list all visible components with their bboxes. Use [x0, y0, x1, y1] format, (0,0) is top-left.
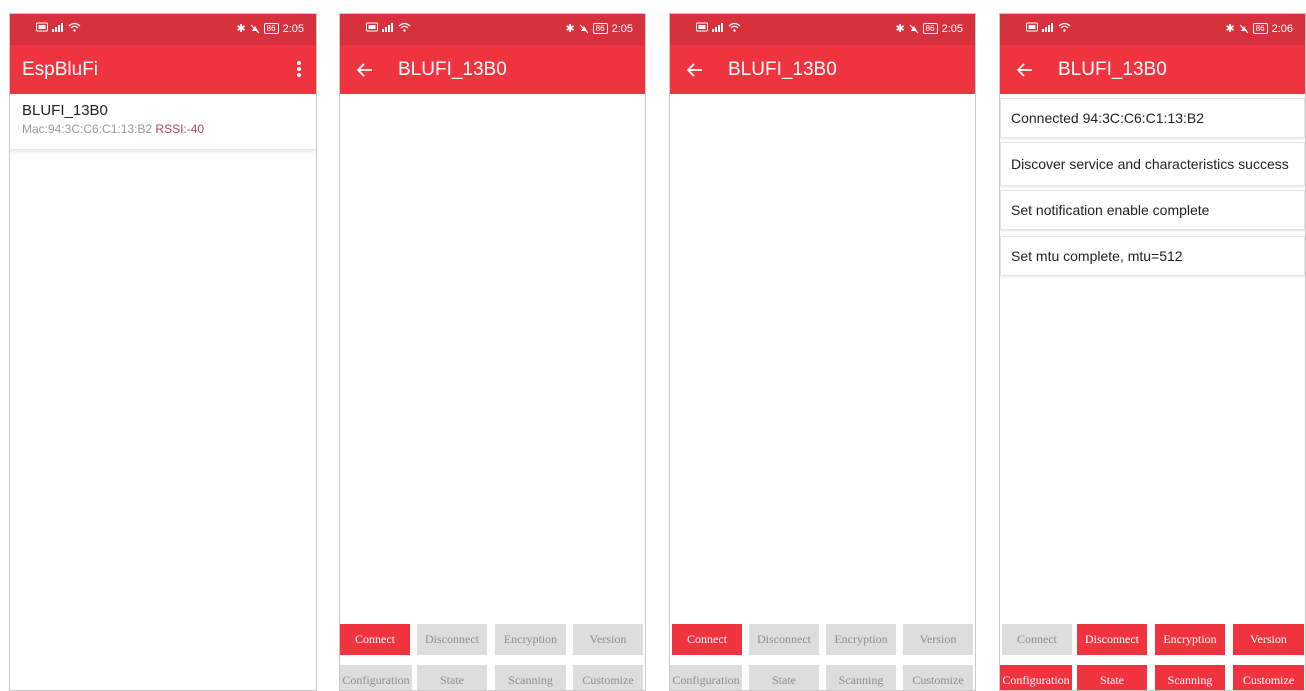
mute-icon: [1239, 24, 1249, 34]
phone-screen-4: ✱ 86 2:06 BLUFI_13B0 Connected 94:3C:C6:…: [999, 13, 1306, 691]
status-bar: ✱ 86 2:05: [340, 14, 645, 45]
signal-icon: [382, 22, 394, 32]
signal-icon: [1042, 22, 1054, 32]
device-rssi: RSSI:-40: [155, 122, 205, 136]
hd-icon: [696, 22, 708, 32]
bluetooth-icon: ✱: [565, 23, 575, 35]
clock-text: 2:05: [282, 22, 304, 35]
bluetooth-icon: ✱: [895, 23, 905, 35]
battery-icon: 86: [263, 23, 279, 34]
scanning-button[interactable]: Scanning: [1155, 665, 1225, 690]
encryption-button[interactable]: Encryption: [495, 624, 566, 655]
state-button[interactable]: State: [1077, 665, 1147, 690]
log-entry-notify: Set notification enable complete: [1000, 190, 1305, 230]
status-left: [1026, 22, 1071, 32]
configuration-button[interactable]: Configuration: [1000, 665, 1072, 690]
overflow-menu-icon[interactable]: [296, 59, 302, 79]
hd-icon: [36, 22, 48, 32]
back-arrow-icon[interactable]: [356, 61, 374, 79]
encryption-button[interactable]: Encryption: [1155, 624, 1225, 655]
back-arrow-icon[interactable]: [1016, 61, 1034, 79]
clock-text: 2:05: [941, 22, 963, 35]
battery-icon: 86: [592, 23, 608, 34]
app-bar: BLUFI_13B0: [670, 45, 975, 94]
disconnect-button[interactable]: Disconnect: [1077, 624, 1147, 655]
bluetooth-icon: ✱: [236, 23, 246, 35]
state-button[interactable]: State: [749, 665, 819, 690]
version-button[interactable]: Version: [1233, 624, 1304, 655]
device-mac: Mac:94:3C:C6:C1:13:B2: [22, 122, 153, 136]
customize-button[interactable]: Customize: [1233, 665, 1304, 690]
app-title: EspBluFi: [22, 59, 99, 80]
log-entry-mtu: Set mtu complete, mtu=512: [1000, 236, 1305, 276]
back-arrow-icon[interactable]: [686, 61, 704, 79]
encryption-button[interactable]: Encryption: [826, 624, 896, 655]
customize-button[interactable]: Customize: [573, 665, 643, 690]
wifi-icon: [1058, 22, 1071, 32]
configuration-button[interactable]: Configuration: [670, 665, 742, 690]
app-title: BLUFI_13B0: [1058, 59, 1167, 80]
app-title: BLUFI_13B0: [398, 59, 507, 80]
device-list-item[interactable]: BLUFI_13B0 Mac:94:3C:C6:C1:13:B2 RSSI:-4…: [10, 94, 316, 150]
bluetooth-icon: ✱: [1225, 23, 1235, 35]
wifi-icon: [728, 22, 741, 32]
hd-icon: [366, 22, 378, 32]
hd-icon: [1026, 22, 1038, 32]
mute-icon: [579, 24, 589, 34]
status-right: ✱ 86 2:05: [895, 22, 963, 36]
battery-icon: 86: [922, 23, 938, 34]
scanning-button[interactable]: Scanning: [495, 665, 566, 690]
wifi-icon: [398, 22, 411, 32]
mute-icon: [909, 24, 919, 34]
state-button[interactable]: State: [417, 665, 487, 690]
phone-screen-1: ✱ 86 2:05 EspBluFi BLUFI_13B0 Mac:94:3C:…: [9, 13, 317, 691]
status-left: [366, 22, 411, 32]
app-bar: BLUFI_13B0: [340, 45, 645, 94]
version-button[interactable]: Version: [573, 624, 643, 655]
phone-screen-2: ✱ 86 2:05 BLUFI_13B0 Connect Disconnect …: [339, 13, 646, 691]
clock-text: 2:06: [1271, 22, 1293, 35]
scanning-button[interactable]: Scanning: [826, 665, 896, 690]
signal-icon: [712, 22, 724, 32]
clock-text: 2:05: [611, 22, 633, 35]
configuration-button[interactable]: Configuration: [340, 665, 412, 690]
log-entry-connected: Connected 94:3C:C6:C1:13:B2: [1000, 98, 1305, 138]
status-bar: ✱ 86 2:06: [1000, 14, 1305, 45]
app-title: BLUFI_13B0: [728, 59, 837, 80]
version-button[interactable]: Version: [903, 624, 973, 655]
device-details: Mac:94:3C:C6:C1:13:B2 RSSI:-40: [22, 122, 204, 136]
mute-icon: [250, 24, 260, 34]
app-bar: EspBluFi: [10, 45, 316, 94]
disconnect-button[interactable]: Disconnect: [417, 624, 487, 655]
connect-button[interactable]: Connect: [1002, 624, 1072, 655]
log-entry-discover: Discover service and characteristics suc…: [1000, 142, 1305, 186]
status-right: ✱ 86 2:06: [1225, 22, 1293, 36]
status-bar: ✱ 86 2:05: [670, 14, 975, 45]
phone-screen-3: ✱ 86 2:05 BLUFI_13B0 Connect Disconnect …: [669, 13, 976, 691]
disconnect-button[interactable]: Disconnect: [749, 624, 819, 655]
status-bar: ✱ 86 2:05: [10, 14, 316, 45]
connect-button[interactable]: Connect: [672, 624, 742, 655]
battery-icon: 86: [1252, 23, 1268, 34]
wifi-icon: [68, 22, 81, 32]
status-right: ✱ 86 2:05: [236, 22, 304, 36]
app-bar: BLUFI_13B0: [1000, 45, 1305, 94]
status-right: ✱ 86 2:05: [565, 22, 633, 36]
customize-button[interactable]: Customize: [903, 665, 973, 690]
device-name: BLUFI_13B0: [22, 102, 108, 119]
signal-icon: [52, 22, 64, 32]
connect-button[interactable]: Connect: [340, 624, 410, 655]
status-left: [36, 22, 81, 32]
status-left: [696, 22, 741, 32]
